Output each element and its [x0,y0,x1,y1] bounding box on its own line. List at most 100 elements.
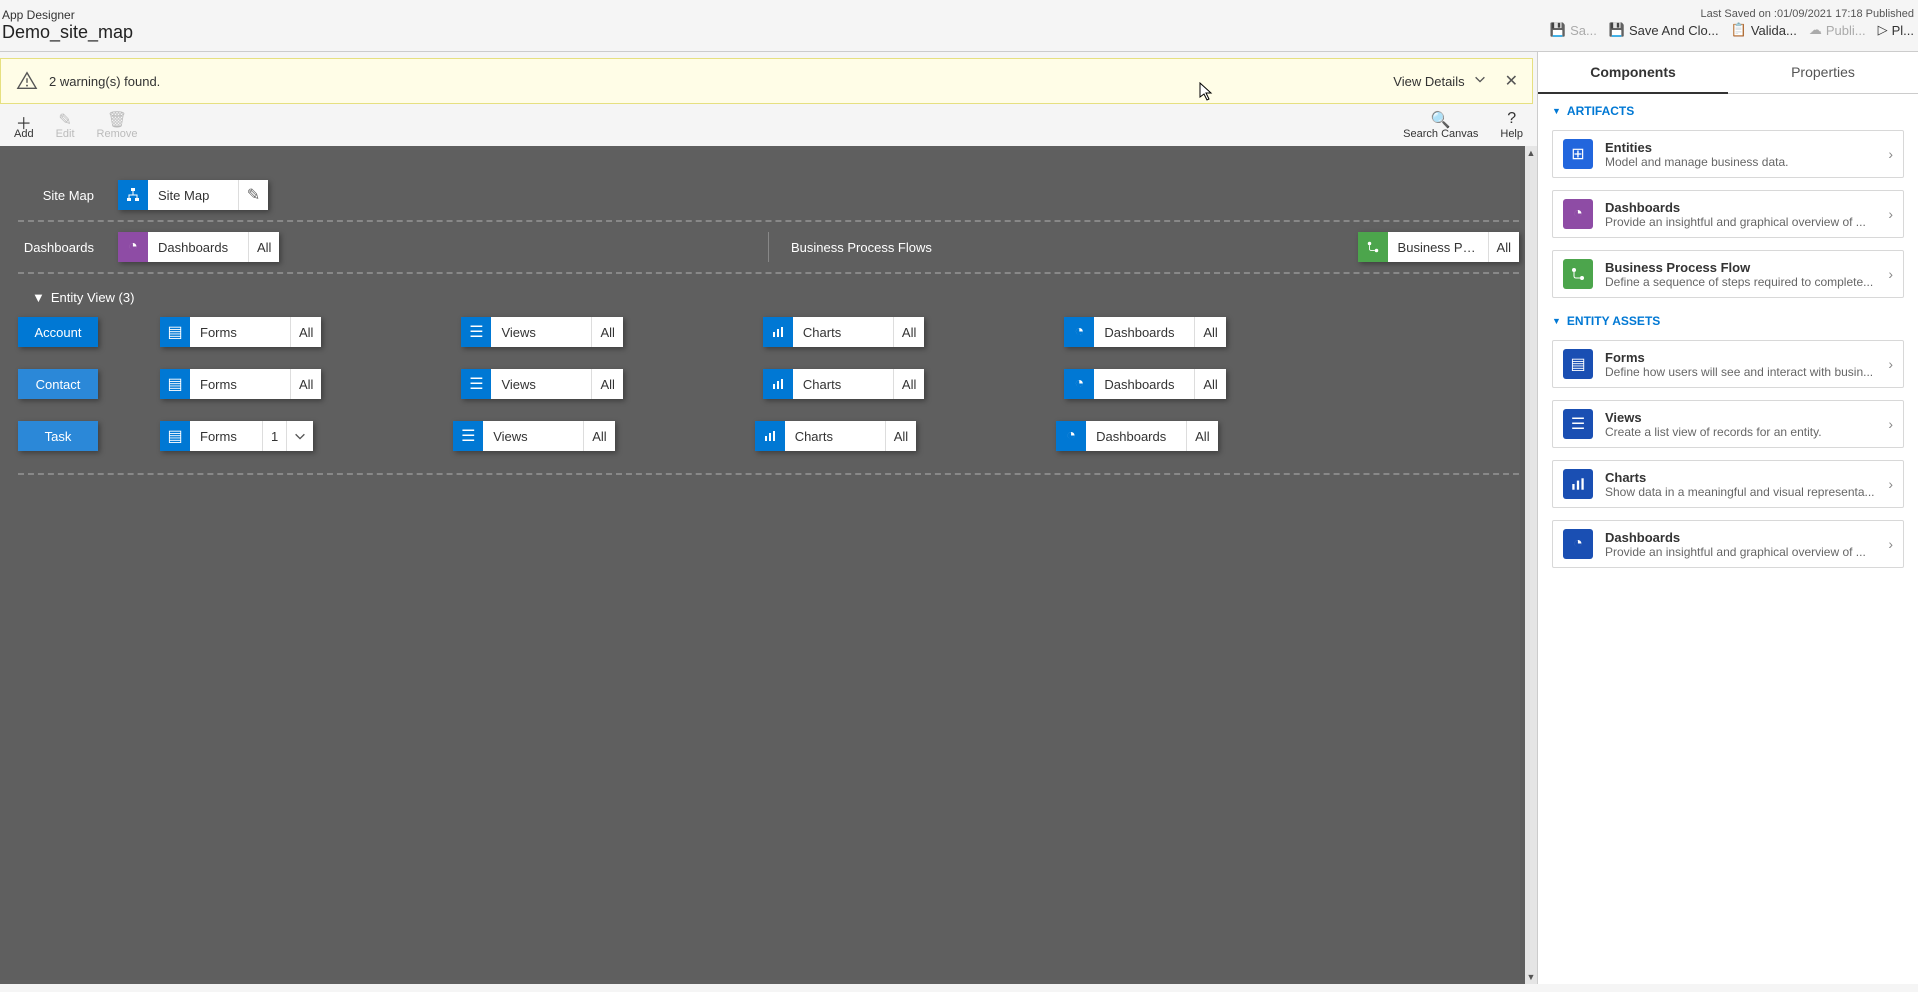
components-panel: Components Properties ▼ ARTIFACTS ⊞ Enti… [1538,52,1918,984]
charts-icon [763,369,793,399]
entity-chip-account[interactable]: Account [18,317,98,347]
scrollbar[interactable]: ▲ ▼ [1525,146,1537,984]
bpf-section-label: Business Process Flows [791,240,951,255]
views-icon: ☰ [461,317,491,347]
chevron-right-icon: › [1888,536,1893,552]
search-canvas-button[interactable]: 🔍 Search Canvas [1403,110,1478,140]
scroll-down-icon[interactable]: ▼ [1525,970,1537,984]
warning-banner: 2 warning(s) found. View Details ✕ [0,58,1533,104]
component-forms[interactable]: ▤ Forms Define how users will see and in… [1552,340,1904,388]
bpf-icon [1563,259,1593,289]
component-bpf[interactable]: Business Process Flow Define a sequence … [1552,250,1904,298]
views-icon: ☰ [461,369,491,399]
save-icon: 💾 [1550,22,1566,38]
save-button[interactable]: 💾 Sa... [1550,22,1597,38]
caret-down-icon: ▼ [1552,316,1561,326]
canvas-area: 2 warning(s) found. View Details ✕ ＋ Add… [0,52,1538,984]
forms-icon: ▤ [160,317,190,347]
play-icon: ▷ [1878,22,1888,38]
task-forms-tile[interactable]: ▤ Forms 1 [160,421,313,451]
component-entities[interactable]: ⊞ Entities Model and manage business dat… [1552,130,1904,178]
task-views-tile[interactable]: ☰ Views All [453,421,614,451]
forms-icon: ▤ [160,369,190,399]
account-dashboards-tile[interactable]: ◔ Dashboards All [1064,317,1225,347]
app-title: App Designer [2,8,133,22]
caret-down-icon: ▼ [1552,106,1561,116]
close-warning-button[interactable]: ✕ [1505,71,1518,91]
dashboards-icon: ◔ [1563,199,1593,229]
remove-button[interactable]: 🗑 Remove [97,110,138,140]
contact-views-tile[interactable]: ☰ Views All [461,369,622,399]
artifacts-header[interactable]: ▼ ARTIFACTS [1538,94,1918,124]
entity-chip-task[interactable]: Task [18,421,98,451]
save-close-icon: 💾 [1609,22,1625,38]
app-name: Demo_site_map [2,22,133,43]
help-icon: ? [1507,110,1516,128]
component-views[interactable]: ☰ Views Create a list view of records fo… [1552,400,1904,448]
entity-view-toggle[interactable]: ▼ Entity View (3) [18,274,1519,317]
bpf-count[interactable]: All [1488,232,1519,262]
publish-button[interactable]: ☁ Publi... [1809,22,1866,38]
app-header: App Designer Demo_site_map Last Saved on… [0,0,1918,52]
chevron-right-icon: › [1888,146,1893,162]
forms-icon: ▤ [1563,349,1593,379]
dashboard-icon: ◔ [118,232,148,262]
bpf-tile[interactable]: Business Proces... All [1358,232,1519,262]
design-canvas: Site Map Site Map ✎ Dashboards [0,146,1537,984]
chevron-right-icon: › [1888,356,1893,372]
contact-dashboards-tile[interactable]: ◔ Dashboards All [1064,369,1225,399]
tab-components[interactable]: Components [1538,52,1728,94]
contact-forms-tile[interactable]: ▤ Forms All [160,369,321,399]
gauge-icon: ◔ [1056,421,1086,451]
dashboards-count[interactable]: All [248,232,279,262]
entity-assets-header[interactable]: ▼ ENTITY ASSETS [1538,304,1918,334]
caret-down-icon: ▼ [32,290,45,305]
tab-properties[interactable]: Properties [1728,52,1918,94]
plus-icon: ＋ [16,110,32,128]
scroll-up-icon[interactable]: ▲ [1525,146,1537,160]
chevron-right-icon: › [1888,206,1893,222]
charts-icon [1563,469,1593,499]
component-dashboards-asset[interactable]: ◔ Dashboards Provide an insightful and g… [1552,520,1904,568]
publish-icon: ☁ [1809,22,1822,38]
dashboards-tile[interactable]: ◔ Dashboards All [118,232,279,262]
edit-button[interactable]: ✎ Edit [56,110,75,140]
chevron-down-icon[interactable] [1473,72,1487,91]
bpf-icon [1358,232,1388,262]
search-icon: 🔍 [1431,110,1451,128]
warning-text: 2 warning(s) found. [49,74,1393,89]
forms-icon: ▤ [160,421,190,451]
views-icon: ☰ [453,421,483,451]
task-dashboards-tile[interactable]: ◔ Dashboards All [1056,421,1217,451]
help-button[interactable]: ? Help [1500,110,1523,140]
validate-button[interactable]: 📋 Valida... [1731,22,1797,38]
charts-icon [755,421,785,451]
task-forms-dropdown[interactable] [286,421,313,451]
save-and-close-button[interactable]: 💾 Save And Clo... [1609,22,1719,38]
add-button[interactable]: ＋ Add [14,110,34,140]
sitemap-icon [118,180,148,210]
account-charts-tile[interactable]: Charts All [763,317,924,347]
last-saved-text: Last Saved on :01/09/2021 17:18 Publishe… [1701,8,1914,20]
entity-chip-contact[interactable]: Contact [18,369,98,399]
component-charts[interactable]: Charts Show data in a meaningful and vis… [1552,460,1904,508]
sitemap-tile[interactable]: Site Map ✎ [118,180,268,210]
sitemap-section-label: Site Map [18,188,94,203]
gauge-icon: ◔ [1563,529,1593,559]
gauge-icon: ◔ [1064,317,1094,347]
account-forms-tile[interactable]: ▤ Forms All [160,317,321,347]
charts-icon [763,317,793,347]
contact-charts-tile[interactable]: Charts All [763,369,924,399]
entity-row-task: Task ▤ Forms 1 ☰ Views All [18,421,1519,475]
sitemap-edit-button[interactable]: ✎ [238,180,268,210]
validate-icon: 📋 [1731,22,1747,38]
entity-row-account: Account ▤ Forms All ☰ Views All [18,317,1519,347]
dashboards-section-label: Dashboards [18,240,94,255]
view-details-link[interactable]: View Details [1393,74,1464,89]
play-button[interactable]: ▷ Pl... [1878,22,1914,38]
component-dashboards[interactable]: ◔ Dashboards Provide an insightful and g… [1552,190,1904,238]
account-views-tile[interactable]: ☰ Views All [461,317,622,347]
pencil-icon: ✎ [58,110,71,128]
chevron-right-icon: › [1888,266,1893,282]
task-charts-tile[interactable]: Charts All [755,421,916,451]
